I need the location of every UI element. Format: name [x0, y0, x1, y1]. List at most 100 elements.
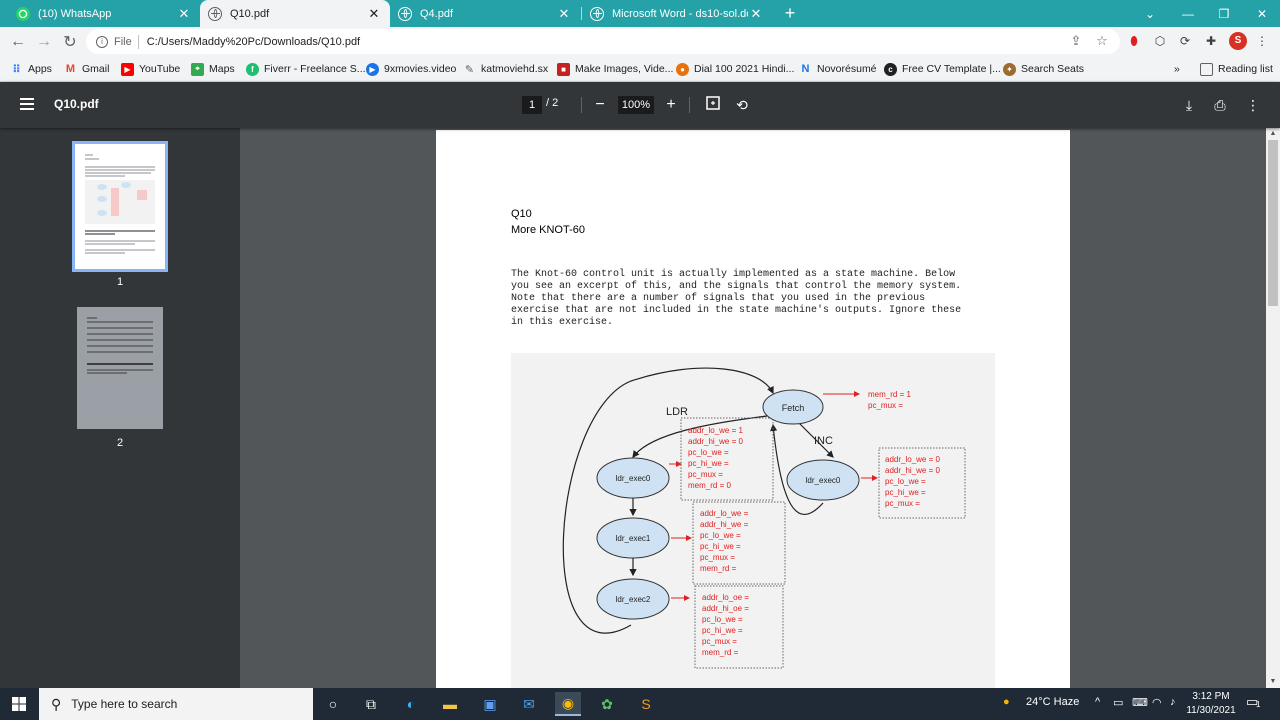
file-explorer-icon[interactable]: ▬ [437, 692, 463, 716]
tab-label: Q10.pdf [230, 7, 270, 20]
more-options-icon[interactable]: ⋮ [1243, 95, 1263, 115]
weather-text[interactable]: 24°C Haze [1026, 696, 1079, 708]
tab-q4-pdf[interactable]: Q4.pdf ✕ [390, 0, 580, 27]
signal-text: addr_hi_oe = [702, 604, 749, 613]
back-arrow-icon[interactable]: ← [6, 30, 30, 54]
sublime-icon[interactable]: S [633, 692, 659, 716]
network-app-icon[interactable]: ✿ [594, 692, 620, 716]
tab-search-chevron-icon[interactable]: ⌄ [1132, 0, 1168, 27]
reload-icon[interactable]: ↻ [58, 30, 82, 54]
bookmark-label: Apps [28, 63, 52, 75]
bookmark-label: Fiverr - Freelance S... [264, 63, 366, 75]
signal-text: mem_rd = 1 [868, 390, 911, 399]
tab-label: Q4.pdf [420, 7, 454, 20]
bookmark-make-images[interactable]: ■ Make Images, Vide... [557, 60, 673, 78]
fiverr-icon: f [246, 62, 259, 76]
bookmark-free-cv[interactable]: c Free CV Template |... [884, 60, 1001, 78]
puzzle-extensions-icon[interactable]: ✚ [1203, 33, 1219, 49]
new-tab-button[interactable]: + [780, 3, 800, 23]
store-icon[interactable]: ▣ [477, 692, 503, 716]
zoom-out-icon[interactable]: − [589, 94, 611, 116]
tab-label: Microsoft Word - ds10-sol.docx [612, 7, 748, 20]
minimize-button[interactable]: — [1170, 0, 1206, 27]
cube-extension-icon[interactable]: ⬡ [1152, 33, 1168, 49]
bookmark-star-icon[interactable]: ☆ [1094, 33, 1110, 49]
opera-extension-icon[interactable]: ⬮ [1126, 33, 1142, 49]
system-clock[interactable]: 3:12 PM 11/30/2021 [1186, 690, 1236, 718]
page-thumbnail-2[interactable] [77, 307, 163, 429]
taskbar-search[interactable]: ⚲ Type here to search [39, 688, 313, 720]
page-thumbnail-1[interactable] [72, 141, 168, 272]
menu-icon[interactable] [20, 98, 34, 110]
scroll-up-icon[interactable]: ▲ [1266, 128, 1280, 140]
state-ldr-exec0: ldr_exec0 [596, 457, 670, 499]
mail-icon[interactable]: ✉ [516, 692, 542, 716]
gmail-icon: M [65, 63, 76, 75]
bookmark-katmoviehd[interactable]: ✎ katmoviehd.sx [463, 60, 548, 78]
state-machine-diagram: Fetch ldr_exec0 ldr_exec1 ldr_exec2 ldr_… [511, 353, 995, 688]
fit-to-page-icon[interactable] [703, 95, 723, 115]
bookmark-dial100[interactable]: ● Dial 100 2021 Hindi... [676, 60, 794, 78]
state-label: ldr_exec0 [806, 476, 841, 485]
close-icon[interactable]: ✕ [556, 6, 572, 22]
tab-whatsapp[interactable]: (10) WhatsApp ✕ [8, 0, 200, 27]
bookmark-fiverr[interactable]: f Fiverr - Freelance S... [246, 60, 366, 78]
battery-icon[interactable]: ▭ [1113, 696, 1123, 709]
task-view-icon[interactable]: ⧉ [358, 692, 384, 716]
reading-list-button[interactable]: Reading list [1200, 60, 1273, 78]
ldr-exec1-outputs: addr_lo_we = addr_hi_we = pc_lo_we = pc_… [700, 509, 749, 573]
close-icon[interactable]: ✕ [748, 6, 764, 22]
url-text[interactable]: C:/Users/Maddy%20Pc/Downloads/Q10.pdf [147, 36, 360, 48]
restore-button[interactable]: ❐ [1206, 0, 1242, 27]
input-method-icon[interactable]: ⌨ [1132, 696, 1148, 709]
bookmark-9xmovies[interactable]: ▶ 9xmovies.video [366, 60, 456, 78]
bookmark-novoresume[interactable]: N Novorésumé [799, 60, 877, 78]
sync-extension-icon[interactable]: ⟳ [1177, 33, 1193, 49]
windows-start-icon[interactable] [0, 688, 38, 720]
tray-chevron-icon[interactable]: ^ [1095, 696, 1100, 708]
cortana-icon[interactable]: ○ [320, 692, 346, 716]
zoom-in-icon[interactable]: + [660, 94, 682, 116]
chrome-icon[interactable]: ◉ [555, 692, 581, 716]
browser-toolbar: ← → ↻ i File C:/Users/Maddy%20Pc/Downloa… [0, 27, 1280, 56]
volume-icon[interactable]: ♪ [1170, 696, 1176, 708]
search-seats-icon: ✦ [1003, 62, 1016, 76]
rotate-icon[interactable]: ⟲ [732, 95, 752, 115]
state-ldr-exec1: ldr_exec1 [596, 517, 670, 559]
scrollbar-thumb[interactable] [1268, 140, 1278, 306]
close-icon[interactable]: ✕ [366, 6, 382, 22]
bookmark-maps[interactable]: ⌖ Maps [191, 60, 235, 78]
share-icon[interactable]: ⇪ [1068, 33, 1084, 49]
close-window-button[interactable]: ✕ [1244, 0, 1280, 27]
signal-text: pc_hi_we = [702, 626, 743, 635]
signal-text: pc_mux = [885, 499, 920, 508]
bookmarks-overflow-icon[interactable]: » [1174, 60, 1180, 78]
make-images-icon: ■ [557, 62, 570, 76]
bookmark-gmail[interactable]: M Gmail [64, 60, 110, 78]
kebab-menu-icon[interactable]: ⋮ [1254, 33, 1270, 49]
tab-label: (10) WhatsApp [38, 7, 112, 20]
address-bar[interactable]: i File C:/Users/Maddy%20Pc/Downloads/Q10… [86, 29, 1120, 54]
search-placeholder: Type here to search [71, 697, 178, 711]
scroll-down-icon[interactable]: ▼ [1266, 676, 1280, 688]
state-ldr-exec2: ldr_exec2 [596, 578, 670, 620]
zoom-level-input[interactable]: 100% [618, 96, 654, 114]
edge-icon[interactable]: ◐ [398, 692, 424, 716]
page-number-input[interactable]: 1 [522, 96, 542, 114]
close-icon[interactable]: ✕ [176, 6, 192, 22]
weather-icon[interactable]: ● [1003, 696, 1010, 708]
tab-q10-pdf[interactable]: Q10.pdf ✕ [200, 0, 390, 27]
profile-avatar[interactable]: S [1229, 32, 1247, 50]
bookmark-apps[interactable]: ⠿ Apps [10, 60, 52, 78]
info-icon[interactable]: i [96, 35, 108, 48]
tab-word-docx[interactable]: Microsoft Word - ds10-sol.docx ✕ [582, 0, 772, 27]
forward-arrow-icon[interactable]: → [32, 30, 56, 54]
wifi-icon[interactable]: ◠ [1152, 696, 1162, 709]
vertical-scrollbar[interactable]: ▲ ▼ [1266, 128, 1280, 688]
print-icon[interactable]: ⎙ [1210, 95, 1230, 115]
bookmark-youtube[interactable]: ▶ YouTube [121, 60, 180, 78]
bookmark-search-seats[interactable]: ✦ Search Seats [1003, 60, 1084, 78]
download-icon[interactable]: ⤓ [1179, 95, 1199, 115]
state-label: ldr_exec2 [616, 595, 651, 604]
pdf-viewport[interactable]: Q10 More KNOT-60 The Knot-60 control uni… [240, 128, 1266, 688]
